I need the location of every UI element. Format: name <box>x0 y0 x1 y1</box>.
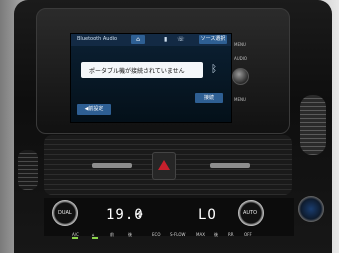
side-label-2[interactable]: AUDIO <box>234 56 247 61</box>
indicator-recirc <box>92 237 98 239</box>
off-button[interactable]: OFF <box>244 232 252 237</box>
source-select-button[interactable]: ソース選択 <box>199 35 227 44</box>
air-vent-right <box>300 95 326 155</box>
indicator-ac <box>72 237 78 239</box>
battery-icon: ▮ <box>164 36 168 43</box>
rear-button[interactable]: 後 <box>214 232 218 238</box>
side-label-3[interactable]: MENU <box>234 97 246 102</box>
vent-slider-left[interactable] <box>92 163 132 168</box>
dual-label: DUAL <box>58 210 72 216</box>
right-temperature: LO <box>198 207 217 223</box>
climate-button-row: A/C ⌂ 前 後 ECO S-FLOW MAX 後 RR OFF <box>72 232 258 242</box>
volume-knob[interactable] <box>232 68 249 85</box>
sflow-button[interactable]: S-FLOW <box>170 232 185 237</box>
drive-mode-dial[interactable] <box>298 196 324 222</box>
vent-slider-right[interactable] <box>210 163 250 168</box>
bluetooth-icon: ᛒ <box>211 64 217 75</box>
infotainment-screen: Bluetooth Audio ⌂ ▮ ☏ ソース選択 ポータブル機が接続されて… <box>70 33 232 123</box>
air-vent-left <box>18 150 38 190</box>
hazard-icon <box>158 160 170 170</box>
home-icon[interactable]: ⌂ <box>131 35 145 44</box>
phone-icon: ☏ <box>177 36 185 43</box>
dialog-message: ポータブル機が接続されていません <box>89 68 185 75</box>
fan-icon: ✣ <box>136 210 143 219</box>
message-dialog: ポータブル機が接続されていません <box>81 62 203 78</box>
rr-button[interactable]: RR <box>228 232 234 237</box>
connect-button[interactable]: 接続 <box>195 93 223 103</box>
back-button[interactable]: ◀前設定 <box>77 104 111 115</box>
front-defrost-button[interactable]: 前 <box>110 232 114 238</box>
auto-label: AUTO <box>243 210 258 216</box>
hazard-button[interactable] <box>152 152 176 180</box>
source-title: Bluetooth Audio <box>77 36 118 42</box>
status-bar: Bluetooth Audio ⌂ ▮ ☏ ソース選択 <box>71 34 231 46</box>
max-button[interactable]: MAX <box>196 232 205 237</box>
rear-defrost-button[interactable]: 後 <box>128 232 132 238</box>
eco-button[interactable]: ECO <box>152 232 160 237</box>
side-label-1[interactable]: MENU <box>234 42 246 47</box>
